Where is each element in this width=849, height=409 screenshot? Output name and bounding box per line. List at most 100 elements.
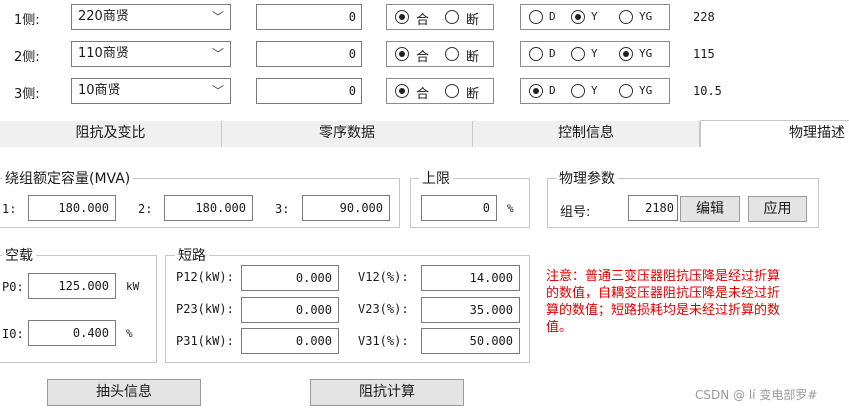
side-2-value-field[interactable]: 0 xyxy=(256,41,362,67)
group-number-label: 组号: xyxy=(560,205,591,220)
p0-unit: kW xyxy=(126,280,140,293)
side-3-open-radio[interactable] xyxy=(445,84,459,98)
side-1-voltage-value: 220商贤 xyxy=(78,9,129,24)
side-1-value-field[interactable]: 0 xyxy=(256,4,362,30)
capacity-2-field[interactable]: 180.000 xyxy=(164,195,253,221)
side-1-winding-y-radio[interactable] xyxy=(571,10,585,24)
short-circuit-title: 短路 xyxy=(175,245,209,265)
chevron-down-icon: ﹀ xyxy=(211,47,224,61)
side-3-switch-group: 合 断 xyxy=(386,78,494,104)
tab-physical-description[interactable]: 物理描述 xyxy=(700,120,849,147)
v12-label: V12(%): xyxy=(358,270,409,284)
tab-control-info[interactable]: 控制信息 xyxy=(473,121,700,147)
side-1-winding-d-radio[interactable] xyxy=(529,10,543,24)
side-1-winding-d-label: D xyxy=(549,10,556,23)
side-2-voltage-select[interactable]: 110商贤 ﹀ xyxy=(71,41,231,67)
side-2-winding-group: D Y YG xyxy=(520,41,670,67)
side-3-winding-d-label: D xyxy=(549,84,556,97)
side-1-winding-y-label: Y xyxy=(591,10,598,23)
side-3-voltage-select[interactable]: 10商贤 ﹀ xyxy=(71,78,231,104)
tap-info-button[interactable]: 抽头信息 xyxy=(47,379,201,406)
p12-field[interactable]: 0.000 xyxy=(241,265,339,291)
side-1-rated-value: 228 xyxy=(693,10,715,24)
upper-limit-unit: % xyxy=(507,202,514,215)
side-3-open-label: 断 xyxy=(466,87,480,102)
capacity-title: 绕组额定容量(MVA) xyxy=(2,168,134,188)
side-2-switch-group: 合 断 xyxy=(386,41,494,67)
p23-label: P23(kW): xyxy=(176,302,234,316)
side-1-label: 1侧: xyxy=(14,13,40,28)
v23-field[interactable]: 35.000 xyxy=(421,297,520,323)
side-2-winding-yg-radio[interactable] xyxy=(619,47,633,61)
v23-label: V23(%): xyxy=(358,302,409,316)
upper-limit-title: 上限 xyxy=(419,168,453,188)
capacity-1-field[interactable]: 180.000 xyxy=(28,195,116,221)
capacity-3-field[interactable]: 90.000 xyxy=(302,195,390,221)
note-line: 的数值，自耦变压器阻抗压降是未经过折 xyxy=(546,286,781,301)
v12-field[interactable]: 14.000 xyxy=(421,265,520,291)
side-3-close-label: 合 xyxy=(416,87,430,102)
note-line: 算的数值；短路损耗均是未经过折算的数 xyxy=(546,303,781,318)
side-1-close-label: 合 xyxy=(416,13,430,28)
side-2-close-radio[interactable] xyxy=(395,47,409,61)
chevron-down-icon: ﹀ xyxy=(211,10,224,24)
edit-button[interactable]: 编辑 xyxy=(680,196,740,222)
side-1-open-label: 断 xyxy=(466,13,480,28)
side-3-winding-group: D Y YG xyxy=(520,78,670,104)
group-number-field[interactable]: 2180 xyxy=(628,195,678,221)
capacity-2-label: 2: xyxy=(138,202,153,216)
p23-field[interactable]: 0.000 xyxy=(241,297,339,323)
side-3-value-field[interactable]: 0 xyxy=(256,78,362,104)
tab-impedance-ratio[interactable]: 阻抗及变比 xyxy=(0,121,222,147)
capacity-1-label: 1: xyxy=(2,202,17,216)
side-2-winding-yg-label: YG xyxy=(639,47,653,60)
upper-limit-field[interactable]: 0 xyxy=(421,195,497,221)
side-1-winding-yg-radio[interactable] xyxy=(619,10,633,24)
side-3-close-radio[interactable] xyxy=(395,84,409,98)
note-line: 值。 xyxy=(546,320,573,335)
side-2-winding-d-radio[interactable] xyxy=(529,47,543,61)
capacity-3-label: 3: xyxy=(275,202,290,216)
v31-field[interactable]: 50.000 xyxy=(421,328,520,354)
i0-unit: % xyxy=(126,327,133,340)
physical-params-title: 物理参数 xyxy=(556,168,618,188)
impedance-note: 注意：普通三变压器阻抗压降是经过折算 的数值，自耦变压器阻抗压降是未经过折 算的… xyxy=(546,268,836,336)
side-3-label: 3侧: xyxy=(14,87,40,102)
side-3-winding-yg-radio[interactable] xyxy=(619,84,633,98)
side-3-winding-y-radio[interactable] xyxy=(571,84,585,98)
side-3-winding-d-radio[interactable] xyxy=(529,84,543,98)
side-1-voltage-select[interactable]: 220商贤 ﹀ xyxy=(71,4,231,30)
side-1-open-radio[interactable] xyxy=(445,10,459,24)
impedance-calc-button[interactable]: 阻抗计算 xyxy=(310,379,464,406)
side-2-label: 2侧: xyxy=(14,50,40,65)
side-1-switch-group: 合 断 xyxy=(386,4,494,30)
chevron-down-icon: ﹀ xyxy=(211,84,224,98)
side-3-winding-yg-label: YG xyxy=(639,84,653,97)
side-1-winding-group: D Y YG xyxy=(520,4,670,30)
p12-label: P12(kW): xyxy=(176,270,234,284)
tab-bar: 阻抗及变比 零序数据 控制信息 物理描述 xyxy=(0,120,849,147)
side-2-winding-d-label: D xyxy=(549,47,556,60)
side-2-winding-y-radio[interactable] xyxy=(571,47,585,61)
p0-field[interactable]: 125.000 xyxy=(28,273,116,299)
side-1-winding-yg-label: YG xyxy=(639,10,653,23)
tab-zero-sequence[interactable]: 零序数据 xyxy=(222,121,473,147)
no-load-group xyxy=(0,255,157,363)
p31-label: P31(kW): xyxy=(176,334,234,348)
side-2-winding-y-label: Y xyxy=(591,47,598,60)
side-3-voltage-value: 10商贤 xyxy=(78,83,121,98)
i0-field[interactable]: 0.400 xyxy=(28,320,116,346)
side-2-rated-value: 115 xyxy=(693,47,715,61)
note-line: 注意：普通三变压器阻抗压降是经过折算 xyxy=(546,269,781,284)
side-1-close-radio[interactable] xyxy=(395,10,409,24)
p31-field[interactable]: 0.000 xyxy=(241,328,339,354)
side-3-rated-value: 10.5 xyxy=(693,84,722,98)
p0-label: P0: xyxy=(2,280,24,294)
no-load-title: 空载 xyxy=(2,245,36,265)
side-2-open-radio[interactable] xyxy=(445,47,459,61)
watermark: CSDN @ lí 变电部罗# xyxy=(695,388,818,402)
apply-button[interactable]: 应用 xyxy=(748,196,807,222)
side-3-winding-y-label: Y xyxy=(591,84,598,97)
side-2-voltage-value: 110商贤 xyxy=(78,46,129,61)
side-2-close-label: 合 xyxy=(416,50,430,65)
